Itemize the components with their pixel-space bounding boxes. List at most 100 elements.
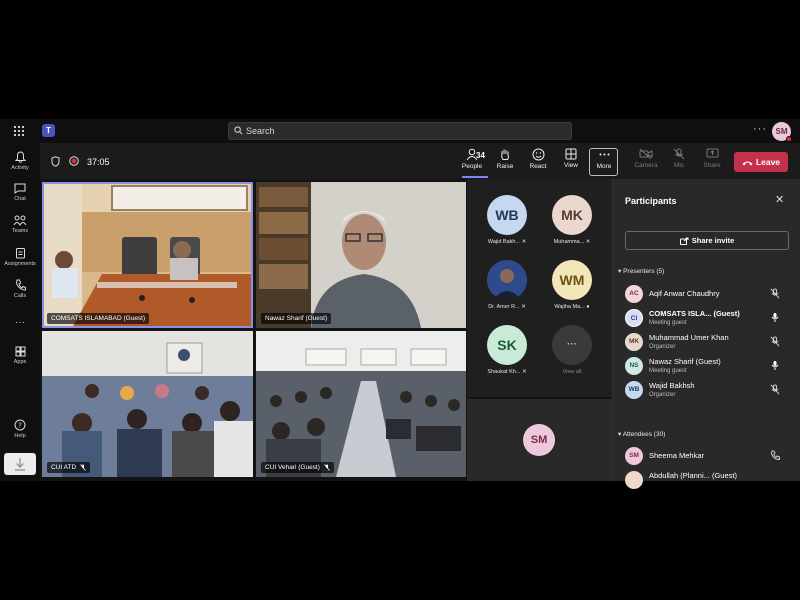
view-label: View bbox=[564, 162, 578, 169]
gallery-item-shaukat[interactable]: SK Shaukat Kh... ✕ bbox=[477, 325, 537, 375]
leave-button[interactable]: Leave bbox=[734, 152, 788, 172]
camera-button[interactable]: Camera bbox=[631, 148, 661, 169]
rail-item-activity[interactable]: Activity bbox=[0, 151, 40, 171]
video-tile-nawaz-sharif[interactable]: Nawaz Sharif (Guest) bbox=[256, 182, 466, 328]
gallery-item-amer[interactable]: Dr. Amer R... ✕ bbox=[477, 260, 537, 310]
view-button[interactable]: View bbox=[556, 148, 586, 169]
view-all-label: View all bbox=[562, 369, 582, 375]
avatar: NS bbox=[625, 357, 643, 375]
video-frame-computer-lab bbox=[256, 331, 466, 477]
section-label: Attendees (30) bbox=[622, 431, 666, 438]
raise-hand-button[interactable]: Raise bbox=[490, 148, 520, 170]
more-label: More bbox=[596, 163, 612, 170]
participants-panel: Participants ✕ Share invite ▾ Presenters… bbox=[612, 179, 800, 489]
mic-off-icon: ✕ bbox=[521, 239, 527, 245]
help-icon: ? bbox=[14, 419, 26, 431]
teams-icon bbox=[13, 215, 27, 226]
share-invite-button[interactable]: Share invite bbox=[625, 231, 789, 250]
avatar: WB bbox=[487, 195, 527, 235]
gallery-item-wajiha[interactable]: WM Wajiha Ma... ● bbox=[542, 260, 602, 310]
mic-off-icon bbox=[770, 288, 780, 299]
rail-label: Apps bbox=[13, 359, 27, 365]
participant-name: Abdullah (Planni... (Guest) bbox=[649, 471, 737, 480]
mic-icon: ● bbox=[586, 304, 590, 310]
status-dot-icon bbox=[786, 136, 792, 142]
rail-label: Activity bbox=[11, 165, 29, 171]
self-view-tile[interactable]: SM bbox=[467, 399, 612, 481]
rail-item-apps[interactable]: Apps bbox=[0, 346, 40, 365]
mic-off-icon: ✕ bbox=[521, 304, 526, 310]
presenters-section-header[interactable]: ▾ Presenters (5) bbox=[618, 267, 664, 275]
share-icon bbox=[679, 237, 689, 246]
call-audio-icon bbox=[770, 450, 780, 461]
attendees-section-header[interactable]: ▾ Attendees (30) bbox=[618, 430, 665, 438]
participant-name: Muhammad Umer Khan bbox=[649, 333, 729, 342]
tile-name: Nawaz Sharif (Guest) bbox=[265, 315, 328, 322]
gallery-name: Shaukat Kh... ✕ bbox=[487, 369, 527, 375]
share-screen-icon bbox=[706, 148, 718, 158]
rail-item-chat[interactable]: Chat bbox=[0, 183, 40, 202]
tile-name: CUI Vehari (Guest) bbox=[265, 464, 320, 471]
self-avatar: SM bbox=[523, 424, 555, 456]
top-bar: T Search ··· SM bbox=[0, 119, 800, 143]
gallery-item-wajid[interactable]: WB Wajid Bakh... ✕ bbox=[477, 195, 537, 245]
bell-icon bbox=[14, 151, 26, 163]
participant-row[interactable]: Abdullah (Planni... (Guest) bbox=[625, 468, 795, 490]
rail-item-teams[interactable]: Teams bbox=[0, 215, 40, 234]
left-rail: Activity Chat Teams Assignments Calls ··… bbox=[0, 143, 40, 481]
participant-name: COMSATS ISLA... (Guest) bbox=[649, 309, 740, 318]
mic-off-icon bbox=[324, 464, 330, 471]
avatar: MK bbox=[625, 333, 643, 351]
download-app-button[interactable] bbox=[4, 453, 36, 475]
video-tile-comsats[interactable]: COMSATS ISLAMABAD (Guest) bbox=[42, 182, 253, 328]
more-button[interactable]: More bbox=[589, 148, 619, 170]
avatar: WM bbox=[552, 260, 592, 300]
avatar: MK bbox=[552, 195, 592, 235]
participant-name: Nawaz Sharif (Guest) bbox=[649, 357, 721, 366]
mic-label: Mic bbox=[673, 162, 685, 169]
user-initials: SM bbox=[775, 127, 788, 136]
rail-item-calls[interactable]: Calls bbox=[0, 279, 40, 299]
participant-role: Organizer bbox=[649, 392, 676, 398]
tile-name: COMSATS ISLAMABAD (Guest) bbox=[51, 315, 146, 322]
smile-icon bbox=[532, 148, 544, 161]
chevron-down-icon: ▾ bbox=[618, 268, 622, 275]
participant-row[interactable]: NS Nawaz Sharif (Guest) Meeting guest bbox=[625, 354, 795, 376]
hand-icon bbox=[501, 149, 509, 160]
avatar bbox=[625, 471, 643, 489]
search-box[interactable]: Search bbox=[228, 122, 572, 140]
close-icon[interactable]: ✕ bbox=[775, 193, 784, 206]
more-horizontal-icon bbox=[599, 153, 609, 156]
people-count: 34 bbox=[476, 151, 485, 160]
react-button[interactable]: React bbox=[523, 148, 553, 170]
participant-row[interactable]: SM Sheema Mehkar bbox=[625, 444, 795, 466]
shield-icon bbox=[51, 156, 60, 167]
tile-label: CUI ATD bbox=[47, 461, 91, 473]
participant-row[interactable]: AC Aqif Anwar Chaudhry bbox=[625, 282, 795, 304]
raise-label: Raise bbox=[496, 163, 514, 170]
rail-item-assignments[interactable]: Assignments bbox=[0, 247, 40, 267]
search-placeholder: Search bbox=[246, 126, 275, 136]
mic-icon bbox=[771, 361, 779, 370]
participant-role: Organizer bbox=[649, 344, 676, 350]
mic-button[interactable]: Mic bbox=[664, 148, 694, 169]
participant-row[interactable]: MK Muhammad Umer Khan Organizer bbox=[625, 330, 795, 352]
app-launcher-icon[interactable] bbox=[13, 125, 25, 137]
assignments-icon bbox=[15, 248, 25, 259]
rail-item-help[interactable]: ? Help bbox=[0, 419, 40, 439]
participant-row[interactable]: CI COMSATS ISLA... (Guest) Meeting guest bbox=[625, 306, 795, 328]
rail-item-more[interactable]: ··· bbox=[0, 317, 40, 328]
video-tile-cui-atd[interactable]: CUI ATD bbox=[42, 331, 253, 477]
mic-icon bbox=[771, 313, 779, 322]
view-all-button[interactable]: ··· View all bbox=[542, 325, 602, 375]
share-button[interactable]: Share bbox=[697, 148, 727, 169]
user-avatar[interactable]: SM bbox=[772, 122, 792, 142]
video-tile-cui-vehari[interactable]: CUI Vehari (Guest) bbox=[256, 331, 466, 477]
participant-row[interactable]: WB Wajid Bakhsh Organizer bbox=[625, 378, 795, 400]
settings-more-icon[interactable]: ··· bbox=[753, 123, 767, 135]
avatar: AC bbox=[625, 285, 643, 303]
more-horizontal-icon: ··· bbox=[552, 325, 592, 365]
gallery-item-muhammad[interactable]: MK Muhamma... ✕ bbox=[542, 195, 602, 245]
teams-window: T Search ··· SM Activity Chat Teams Assi… bbox=[0, 119, 800, 489]
gallery-name: Muhamma... ✕ bbox=[553, 239, 591, 245]
